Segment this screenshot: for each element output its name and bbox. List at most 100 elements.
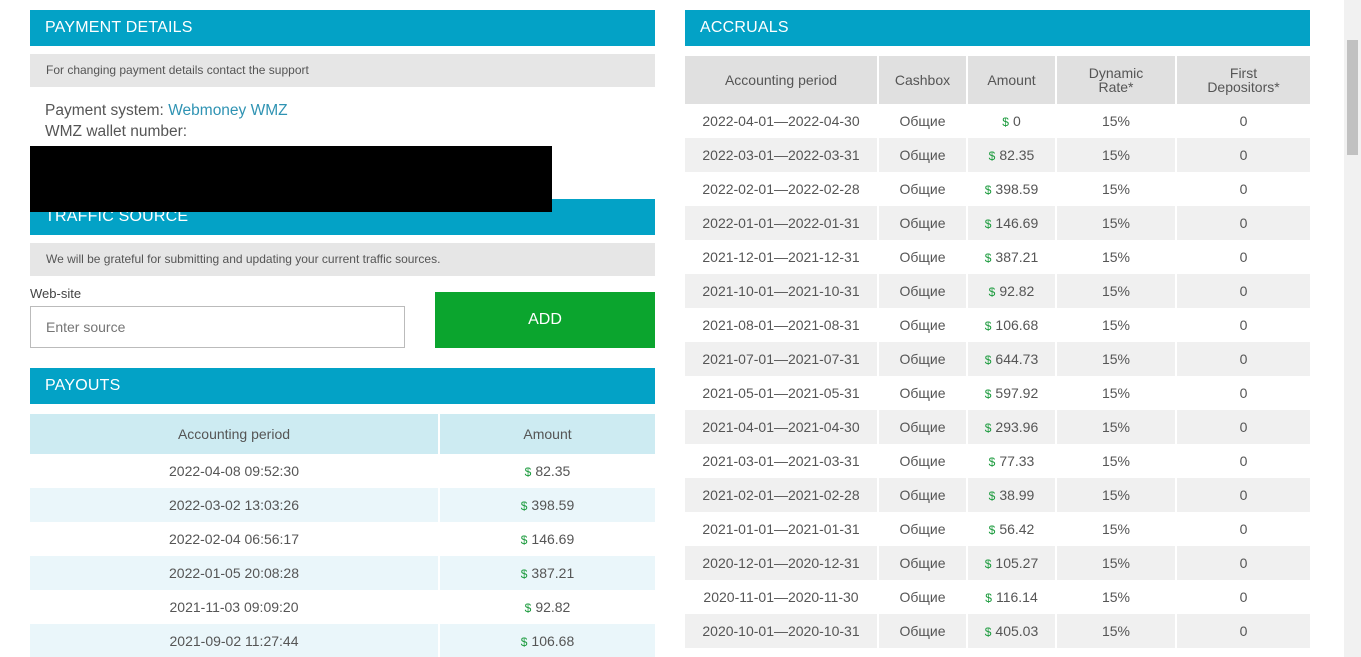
- source-input[interactable]: [30, 306, 405, 348]
- table-row: 2021-12-01—2021-12-31 Общие $387.21 15% 0: [685, 240, 1310, 274]
- payout-period: 2021-11-03 09:09:20: [169, 599, 299, 615]
- accruals-table: Accounting period Cashbox Amount Dynamic…: [685, 56, 1310, 648]
- table-row: 2021-03-01—2021-03-31 Общие $77.33 15% 0: [685, 444, 1310, 478]
- accruals-header: ACCRUALS: [685, 10, 1310, 46]
- table-row: 2020-10-01—2020-10-31 Общие $405.03 15% 0: [685, 614, 1310, 648]
- amount-value: 387.21: [531, 565, 575, 581]
- accrual-amount: $77.33: [966, 444, 1055, 478]
- accrual-depositors: 0: [1175, 478, 1310, 512]
- accrual-rate: 15%: [1055, 546, 1175, 580]
- payouts-header: PAYOUTS: [30, 368, 655, 404]
- accrual-amount: $0: [966, 104, 1055, 138]
- page-scrollbar[interactable]: [1344, 0, 1361, 657]
- amount-value: 293.96: [995, 419, 1039, 435]
- accrual-depositors: 0: [1175, 580, 1310, 614]
- accrual-depositors: 0: [1175, 206, 1310, 240]
- table-row: 2021-09-02 11:27:44 $106.68: [30, 624, 655, 657]
- accrual-cashbox: Общие: [877, 342, 966, 376]
- accrual-cashbox: Общие: [877, 512, 966, 546]
- accrual-depositors: 0: [1175, 240, 1310, 274]
- redacted-wallet-block: [30, 146, 552, 212]
- accrual-period: 2021-01-01—2021-01-31: [702, 521, 860, 537]
- payouts-col-period: Accounting period: [30, 414, 438, 454]
- accrual-period: 2020-10-01—2020-10-31: [685, 614, 877, 648]
- payment-system-link[interactable]: Webmoney WMZ: [168, 102, 287, 119]
- accrual-period: 2021-12-01—2021-12-31: [702, 249, 860, 265]
- amount-value: 56.42: [999, 521, 1035, 537]
- accrual-cashbox: Общие: [877, 410, 966, 444]
- accrual-cashbox: Общие: [877, 274, 966, 308]
- table-row: 2022-02-01—2022-02-28 Общие $398.59 15% 0: [685, 172, 1310, 206]
- accrual-rate: 15%: [1055, 444, 1175, 478]
- dollar-sign: $: [988, 523, 996, 537]
- accrual-rate: 15%: [1055, 376, 1175, 410]
- payout-period: 2021-09-02 11:27:44: [30, 624, 438, 657]
- dollar-sign: $: [984, 319, 992, 333]
- payout-amount: $387.21: [438, 556, 655, 590]
- accrual-amount: $293.96: [966, 410, 1055, 444]
- dollar-sign: $: [984, 557, 992, 571]
- accrual-cashbox: Общие: [877, 240, 966, 274]
- accrual-cashbox: Общие: [877, 478, 966, 512]
- accrual-cashbox: Общие: [877, 444, 966, 478]
- accrual-period: 2022-02-01—2022-02-28: [702, 181, 860, 197]
- accrual-amount: $146.69: [966, 206, 1055, 240]
- payouts-col-amount: Amount: [438, 414, 655, 454]
- table-row: 2021-07-01—2021-07-31 Общие $644.73 15% 0: [685, 342, 1310, 376]
- accrual-depositors: 0: [1175, 376, 1310, 410]
- accruals-col-rate: Dynamic Rate*: [1055, 56, 1175, 104]
- accrual-period: 2020-12-01—2020-12-31: [685, 546, 877, 580]
- accrual-depositors: 0: [1175, 172, 1310, 206]
- accrual-amount: $105.27: [966, 546, 1055, 580]
- payout-amount: $106.68: [438, 624, 655, 657]
- accrual-cashbox: Общие: [877, 138, 966, 172]
- accrual-amount: $92.82: [966, 274, 1055, 308]
- amount-value: 405.03: [995, 623, 1039, 639]
- accrual-depositors: 0: [1175, 342, 1310, 376]
- accrual-period: 2021-05-01—2021-05-31: [702, 385, 860, 401]
- scrollbar-thumb[interactable]: [1347, 40, 1358, 155]
- dollar-sign: $: [988, 455, 996, 469]
- table-row: 2022-04-08 09:52:30 $82.35: [30, 454, 655, 488]
- amount-value: 597.92: [995, 385, 1039, 401]
- accrual-amount: $116.14: [966, 580, 1055, 614]
- payment-system-info: Payment system: Webmoney WMZ WMZ wallet …: [30, 100, 655, 142]
- dollar-sign: $: [985, 591, 992, 605]
- table-row: 2022-03-02 13:03:26 $398.59: [30, 488, 655, 522]
- amount-value: 0: [1012, 113, 1021, 129]
- amount-value: 38.99: [999, 487, 1035, 503]
- payment-details-notice: For changing payment details contact the…: [30, 54, 655, 87]
- add-source-button[interactable]: ADD: [435, 292, 655, 348]
- payment-details-header: PAYMENT DETAILS: [30, 10, 655, 46]
- payout-period: 2022-02-04 06:56:17: [169, 531, 299, 547]
- accrual-rate: 15%: [1055, 274, 1175, 308]
- table-row: 2022-03-01—2022-03-31 Общие $82.35 15% 0: [685, 138, 1310, 172]
- dollar-sign: $: [984, 353, 992, 367]
- table-row: 2022-02-04 06:56:17 $146.69: [30, 522, 655, 556]
- payout-amount: $82.35: [438, 454, 655, 488]
- accrual-amount: $38.99: [966, 478, 1055, 512]
- amount-value: 146.69: [995, 215, 1039, 231]
- accrual-cashbox: Общие: [877, 206, 966, 240]
- accrual-period: 2021-08-01—2021-08-31: [702, 317, 860, 333]
- table-row: 2021-11-03 09:09:20 $92.82: [30, 590, 655, 624]
- accrual-cashbox: Общие: [877, 614, 966, 648]
- accrual-depositors: 0: [1175, 444, 1310, 478]
- dollar-sign: $: [988, 489, 996, 503]
- accrual-rate: 15%: [1055, 410, 1175, 444]
- accruals-col-amount: Amount: [966, 56, 1055, 104]
- amount-value: 106.68: [531, 633, 575, 649]
- accrual-rate: 15%: [1055, 342, 1175, 376]
- accrual-depositors: 0: [1175, 104, 1310, 138]
- amount-value: 92.82: [535, 599, 571, 615]
- accrual-amount: $387.21: [966, 240, 1055, 274]
- payouts-section: PAYOUTS Accounting period Amount 2022-04…: [30, 368, 655, 657]
- accrual-period: 2021-02-01—2021-02-28: [685, 478, 877, 512]
- table-row: 2022-01-05 20:08:28 $387.21: [30, 556, 655, 590]
- payout-amount: $398.59: [438, 488, 655, 522]
- payouts-table: Accounting period Amount 2022-04-08 09:5…: [30, 414, 655, 657]
- accrual-cashbox: Общие: [877, 546, 966, 580]
- traffic-source-notice: We will be grateful for submitting and u…: [30, 243, 655, 276]
- accrual-cashbox: Общие: [877, 172, 966, 206]
- payouts-body: 2022-04-08 09:52:30 $82.35 2022-03-02 13:0…: [30, 454, 655, 657]
